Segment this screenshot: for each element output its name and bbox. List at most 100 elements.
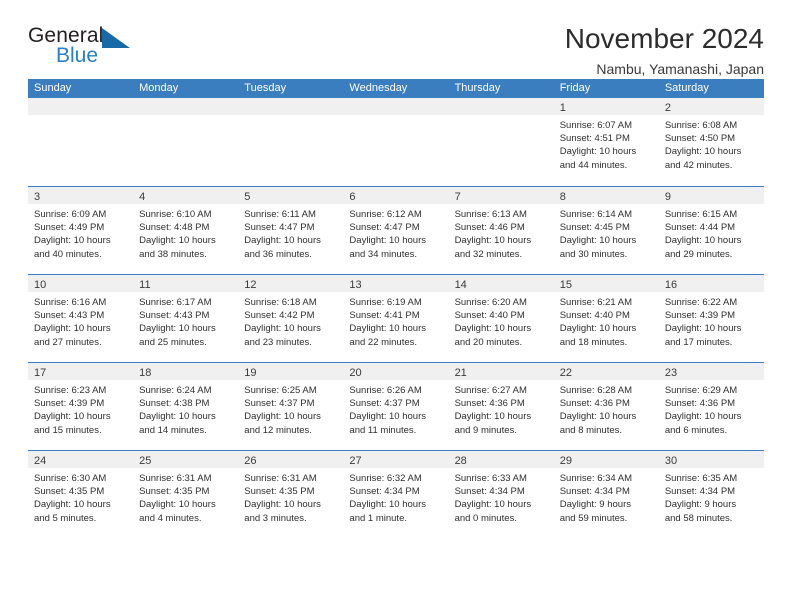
day-detail-line: Sunrise: 6:11 AM [244,209,316,220]
day-detail-line: Sunset: 4:37 PM [349,398,420,410]
calendar-day-cell[interactable]: 19 Sunrise: 6:25 AM Sunset: 4:37 PM Dayligh… [238,363,344,450]
calendar-day-cell[interactable]: 23 Sunrise: 6:29 AM Sunset: 4:36 PM Dayligh… [658,363,764,450]
day-details: Sunrise: 6:21 AM Sunset: 4:40 PM Daylight:… [554,292,659,349]
day-number: 28 [454,455,467,467]
day-details: Sunrise: 6:15 AM Sunset: 4:44 PM Daylight:… [659,204,764,261]
calendar-day-cell[interactable]: 11 Sunrise: 6:17 AM Sunset: 4:43 PM Dayligh… [133,275,239,362]
day-detail-line: and 3 minutes. [244,512,307,524]
calendar-day-cell[interactable]: 22 Sunrise: 6:28 AM Sunset: 4:36 PM Dayligh… [553,363,659,450]
day-detail-line: Sunset: 4:38 PM [139,398,210,410]
calendar-week-row: 1 Sunrise: 6:07 AM Sunset: 4:51 PM Daylight… [28,98,764,186]
day-detail-line: and 15 minutes. [34,424,102,436]
day-detail-line: and 20 minutes. [454,336,523,348]
day-detail-line: Daylight: 10 hours [244,411,321,423]
day-detail-line: Sunset: 4:49 PM [34,222,105,234]
calendar-day-cell[interactable]: 10 Sunrise: 6:16 AM Sunset: 4:43 PM Dayligh… [28,275,134,362]
calendar-day-cell[interactable]: 30 Sunrise: 6:35 AM Sunset: 4:34 PM Dayligh… [658,451,764,542]
day-detail-line: Sunset: 4:50 PM [664,133,736,145]
calendar-day-cell[interactable]: 6 Sunrise: 6:12 AM Sunset: 4:47 PM Daylight… [343,187,449,274]
day-detail-line: Sunrise: 6:18 AM [244,297,317,308]
day-number-band: 3 [28,187,134,204]
day-detail-line: Daylight: 10 hours [139,411,216,423]
day-number: 4 [139,191,146,203]
day-number: 12 [244,279,257,291]
calendar-day-cell[interactable]: 27 Sunrise: 6:32 AM Sunset: 4:34 PM Dayligh… [343,451,449,542]
day-detail-line: Daylight: 10 hours [34,235,111,247]
day-detail-line: Daylight: 10 hours [349,323,426,335]
day-detail-line: Sunrise: 6:13 AM [454,209,527,220]
day-number: 14 [454,279,467,291]
day-number-band: 6 [343,187,449,204]
day-number: 5 [244,191,251,203]
day-detail-line: and 11 minutes. [349,424,417,436]
calendar-day-cell[interactable]: 26 Sunrise: 6:31 AM Sunset: 4:35 PM Dayligh… [238,451,344,542]
calendar-day-cell[interactable]: 29 Sunrise: 6:34 AM Sunset: 4:34 PM Dayligh… [553,451,659,542]
calendar-day-cell[interactable]: 18 Sunrise: 6:24 AM Sunset: 4:38 PM Dayligh… [133,363,239,450]
calendar-day-cell[interactable]: 17 Sunrise: 6:23 AM Sunset: 4:39 PM Dayligh… [28,363,134,450]
calendar-day-cell[interactable]: 16 Sunrise: 6:22 AM Sunset: 4:39 PM Dayligh… [658,275,764,362]
brand-logo[interactable]: General Blue [28,24,148,72]
calendar-day-cell[interactable]: 21 Sunrise: 6:27 AM Sunset: 4:36 PM Dayligh… [448,363,554,450]
calendar-day-cell[interactable]: 2 Sunrise: 6:08 AM Sunset: 4:50 PM Daylight… [658,98,764,186]
day-detail-line: Daylight: 10 hours [34,323,111,335]
calendar-day-cell[interactable]: 13 Sunrise: 6:19 AM Sunset: 4:41 PM Dayligh… [343,275,449,362]
day-detail-line: and 29 minutes. [664,248,733,260]
day-details: Sunrise: 6:19 AM Sunset: 4:41 PM Daylight:… [343,292,448,349]
day-detail-line: Daylight: 10 hours [559,411,637,423]
day-detail-line: Sunrise: 6:08 AM [664,120,738,131]
calendar-day-cell[interactable]: 20 Sunrise: 6:26 AM Sunset: 4:37 PM Dayligh… [343,363,449,450]
calendar-day-cell[interactable]: 8 Sunrise: 6:14 AM Sunset: 4:45 PM Daylight… [553,187,659,274]
calendar-day-cell[interactable]: 5 Sunrise: 6:11 AM Sunset: 4:47 PM Daylight… [238,187,344,274]
calendar-day-cell[interactable]: 3 Sunrise: 6:09 AM Sunset: 4:49 PM Daylight… [28,187,134,274]
day-detail-line: Sunrise: 6:23 AM [34,385,107,396]
calendar-day-cell[interactable]: 4 Sunrise: 6:10 AM Sunset: 4:48 PM Daylight… [133,187,239,274]
calendar-day-cell[interactable]: 7 Sunrise: 6:13 AM Sunset: 4:46 PM Daylight… [448,187,554,274]
day-number-band: 30 [658,451,764,468]
day-detail-line: Daylight: 10 hours [34,411,111,423]
day-detail-line: Sunrise: 6:33 AM [454,473,527,484]
calendar-week-row: 3 Sunrise: 6:09 AM Sunset: 4:49 PM Daylight… [28,186,764,274]
calendar-day-cell[interactable]: 25 Sunrise: 6:31 AM Sunset: 4:35 PM Dayligh… [133,451,239,542]
day-number-band: 17 [28,363,134,380]
day-detail-line: Sunrise: 6:25 AM [244,385,317,396]
weekday-header-sunday: Sunday [34,82,72,94]
day-number-band: 11 [133,275,239,292]
day-detail-line: Sunrise: 6:32 AM [349,473,422,484]
calendar-day-cell[interactable]: 1 Sunrise: 6:07 AM Sunset: 4:51 PM Daylight… [553,98,659,186]
day-details: Sunrise: 6:26 AM Sunset: 4:37 PM Daylight:… [343,380,448,437]
calendar-day-cell[interactable]: 12 Sunrise: 6:18 AM Sunset: 4:42 PM Dayligh… [238,275,344,362]
day-detail-line: and 4 minutes. [139,512,202,524]
day-number: 20 [349,367,362,379]
day-detail-line: Sunset: 4:43 PM [34,310,105,322]
day-detail-line: and 22 minutes. [349,336,418,348]
day-detail-line: Daylight: 9 hours [664,499,737,511]
day-number: 7 [454,191,461,203]
day-number: 22 [559,367,572,379]
day-details: Sunrise: 6:22 AM Sunset: 4:39 PM Daylight:… [659,292,764,349]
day-detail-line: Sunrise: 6:34 AM [559,473,633,484]
day-detail-line: Sunrise: 6:29 AM [664,385,738,396]
day-detail-line: Sunset: 4:34 PM [349,486,420,498]
day-detail-line: Sunset: 4:47 PM [244,222,315,234]
day-number: 11 [139,279,151,291]
calendar-day-cell[interactable]: 14 Sunrise: 6:20 AM Sunset: 4:40 PM Dayligh… [448,275,554,362]
day-detail-line: and 0 minutes. [454,512,517,524]
calendar-day-cell[interactable]: 24 Sunrise: 6:30 AM Sunset: 4:35 PM Dayligh… [28,451,134,542]
day-details: Sunrise: 6:30 AM Sunset: 4:35 PM Daylight:… [28,468,133,525]
day-detail-line: Daylight: 10 hours [244,323,321,335]
day-detail-line: Daylight: 10 hours [664,235,742,247]
day-detail-line: Sunrise: 6:09 AM [34,209,107,220]
day-number: 18 [139,367,152,379]
day-number-band: 9 [658,187,764,204]
day-details: Sunrise: 6:14 AM Sunset: 4:45 PM Daylight:… [554,204,659,261]
day-number-band: 8 [553,187,659,204]
calendar-day-cell[interactable]: 15 Sunrise: 6:21 AM Sunset: 4:40 PM Dayligh… [553,275,659,362]
calendar-day-cell[interactable]: 28 Sunrise: 6:33 AM Sunset: 4:34 PM Dayligh… [448,451,554,542]
calendar-day-cell[interactable]: 9 Sunrise: 6:15 AM Sunset: 4:44 PM Daylight… [658,187,764,274]
calendar-week-row: 10 Sunrise: 6:16 AM Sunset: 4:43 PM Dayligh… [28,274,764,362]
calendar-day-cell-empty [448,98,554,186]
day-detail-line: Sunrise: 6:15 AM [664,209,738,220]
day-number-band: 18 [133,363,239,380]
day-detail-line: and 5 minutes. [34,512,97,524]
day-number-band: 24 [28,451,134,468]
